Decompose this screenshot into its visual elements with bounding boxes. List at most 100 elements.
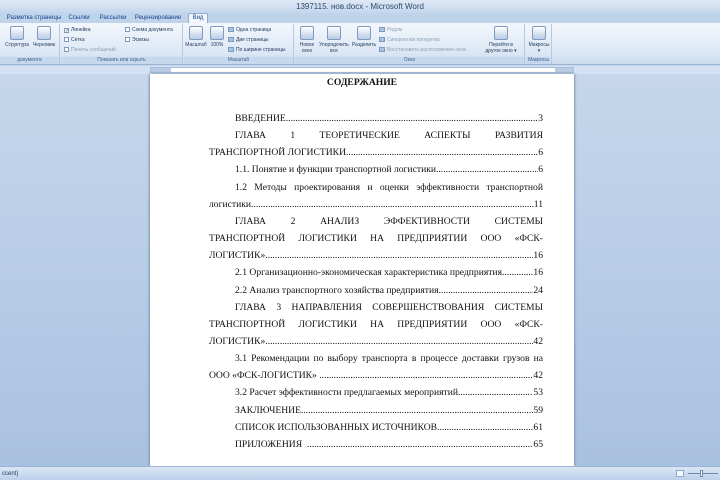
toc-word: ГЛАВА [235, 301, 266, 313]
two-pages-icon [228, 37, 234, 42]
toc-leader-dots [319, 368, 533, 383]
toc-page-number: 42 [533, 335, 543, 347]
toc-line: СПИСОК ИСПОЛЬЗОВАННЫХ ИСТОЧНИКОВ 61 [235, 420, 543, 435]
toc-word: «ФСК- [514, 318, 543, 330]
ribbon: Структура Черновик документа ✓ Линейка Се… [0, 23, 720, 65]
group-label-show-hide: Показать или скрыть [61, 57, 182, 64]
toc-word: НА [370, 233, 385, 245]
group-label-document: документа [0, 57, 59, 64]
tab-view[interactable]: Вид [188, 13, 208, 23]
toc-word: ЛОГИСТИКИ [298, 233, 357, 245]
horizontal-ruler[interactable] [0, 66, 720, 74]
group-zoom: Масштаб 100% Одна страница Две страницы … [184, 24, 294, 64]
toc-heading: СОДЕРЖАНИЕ [326, 77, 398, 88]
toc-page-number: 3 [538, 113, 543, 124]
toc-line: ТРАНСПОРТНОЙ ЛОГИСТИКИ НА ПРЕДПРИЯТИИ ООО «ФС… [209, 317, 543, 332]
toc-line: ЛОГИСТИК» 42 [209, 334, 543, 349]
new-window-button[interactable]: Новое окно [297, 26, 317, 54]
window-title: 1397115. нов.docx - Microsoft Word [296, 2, 424, 11]
two-pages-button[interactable]: Две страницы [228, 37, 269, 44]
toc-word: 2 [290, 215, 296, 227]
toc-line: ЗАКЛЮЧЕНИЕ 59 [235, 403, 543, 418]
split-button[interactable]: Разделить [351, 26, 377, 48]
toc-page-number: 53 [533, 387, 543, 399]
toc-entry-title: ВВЕДЕНИЕ [235, 113, 286, 124]
arrange-icon [327, 26, 341, 40]
checkmark-icon: ✓ [64, 28, 70, 34]
toc-word: транспорта [361, 353, 408, 365]
document-page[interactable]: СОДЕРЖАНИЕ ВВЕДЕНИЕ 3 ГЛАВА 1 ТЕОРЕТИЧЕСКИЕ А… [150, 74, 574, 466]
toc-page-number: 42 [533, 370, 543, 382]
group-label-zoom: Масштаб [184, 57, 293, 64]
toc-word: ТРАНСПОРТНОЙ [209, 318, 286, 330]
toc-entry-title: СПИСОК ИСПОЛЬЗОВАННЫХ ИСТОЧНИКОВ [235, 421, 438, 433]
group-label-macros: Макросы [526, 57, 551, 64]
tab-page-layout[interactable]: Разметка страницы [6, 14, 62, 23]
toc-leader-dots [265, 248, 533, 263]
print-layout-view-icon[interactable] [676, 470, 684, 477]
zoom-100-button[interactable]: 100% [208, 26, 226, 48]
toc-line: 3.2 Расчет эффективности предлагаемых ме… [235, 385, 543, 400]
one-page-button[interactable]: Одна страница [228, 27, 271, 34]
group-macros: Макросы ▾ Макросы [526, 24, 552, 64]
toc-entry-title: логистики [209, 198, 252, 210]
zoom-button[interactable]: Масштаб [185, 26, 207, 48]
toc-line: ГЛАВА 1 ТЕОРЕТИЧЕСКИЕ АСПЕКТЫ РАЗВИТИЯ [235, 128, 543, 143]
draft-button[interactable]: Черновик [31, 26, 57, 48]
split-icon [357, 26, 371, 40]
toc-entry-title: ЛОГИСТИК» [209, 250, 266, 262]
toc-word: СИСТЕМЫ [494, 215, 543, 227]
toc-leader-dots [346, 145, 538, 160]
toc-word: 1.2 [235, 181, 247, 193]
toc-leader-dots [265, 334, 533, 349]
new-window-icon [300, 26, 314, 40]
thumbnails-checkbox[interactable]: Эскизы [125, 37, 149, 44]
ruler-bar[interactable] [150, 67, 574, 73]
toc-word: по [313, 353, 324, 365]
document-area[interactable]: СОДЕРЖАНИЕ ВВЕДЕНИЕ 3 ГЛАВА 1 ТЕОРЕТИЧЕСКИЕ А… [0, 74, 720, 466]
sync-scroll-button[interactable]: Синхронная прокрутка [379, 37, 440, 44]
toc-line: ЛОГИСТИК» 16 [209, 248, 543, 263]
toc-word: 3.1 [235, 353, 247, 365]
page-width-button[interactable]: По ширине страницы [228, 47, 285, 54]
reset-window-position-button[interactable]: Восстановить расположение окна [379, 47, 466, 54]
toc-word: ПРЕДПРИЯТИИ [397, 233, 468, 245]
toc-word: грузов [503, 353, 530, 365]
toc-word: АНАЛИЗ [320, 215, 360, 227]
zoom-slider-thumb[interactable] [700, 470, 703, 477]
toc-word: ООО [480, 233, 502, 245]
switch-window-icon [494, 26, 508, 40]
toc-word: СИСТЕМЫ [494, 301, 543, 313]
tab-mailings[interactable]: Рассылки [96, 14, 130, 23]
tab-references[interactable]: Ссылки [64, 14, 94, 23]
toc-page-number: 61 [533, 421, 543, 433]
structure-button[interactable]: Структура [4, 26, 30, 48]
toc-line: 2.1 Организационно-экономическая характе… [235, 265, 543, 280]
toc-page-number: 6 [538, 147, 543, 159]
grid-checkbox[interactable]: Сетка [64, 37, 85, 44]
toc-line: 1.2 Методы проектирования и оценки эффективно… [235, 180, 543, 195]
one-page-icon [228, 27, 234, 32]
toc-entry-title: ЛОГИСТИК» [209, 335, 266, 347]
toc-entry-title: ООО «ФСК-ЛОГИСТИК» [209, 370, 320, 382]
toc-word: ГЛАВА [235, 130, 266, 142]
ruler-checkbox[interactable]: ✓ Линейка [64, 27, 91, 34]
toc-word: оценки [379, 181, 409, 193]
side-by-side-button[interactable]: Рядом [379, 27, 402, 34]
arrange-all-button[interactable]: Упорядочить все [318, 26, 350, 54]
toc-word: в [411, 353, 417, 365]
tab-review[interactable]: Рецензирование [132, 14, 184, 23]
toc-word: 3 [276, 301, 282, 313]
zoom-slider-track[interactable] [688, 473, 718, 474]
switch-window-button[interactable]: Перейти в другое окно ▾ [481, 26, 521, 54]
toc-page-number: 11 [533, 198, 543, 210]
magnifier-icon [189, 26, 203, 40]
toc-word: Рекомендации [251, 353, 310, 365]
group-document-views: Структура Черновик документа [0, 24, 60, 64]
group-window: Новое окно Упорядочить все Разделить Ряд… [295, 24, 525, 64]
macros-button[interactable]: Макросы ▾ [527, 26, 551, 54]
message-bar-checkbox[interactable]: Панель сообщений [64, 47, 116, 54]
toc-line: 1.1. Понятие и функции транспортной логи… [235, 162, 543, 177]
toc-word: ООО [480, 318, 502, 330]
document-map-checkbox[interactable]: Схема документа [125, 27, 173, 34]
